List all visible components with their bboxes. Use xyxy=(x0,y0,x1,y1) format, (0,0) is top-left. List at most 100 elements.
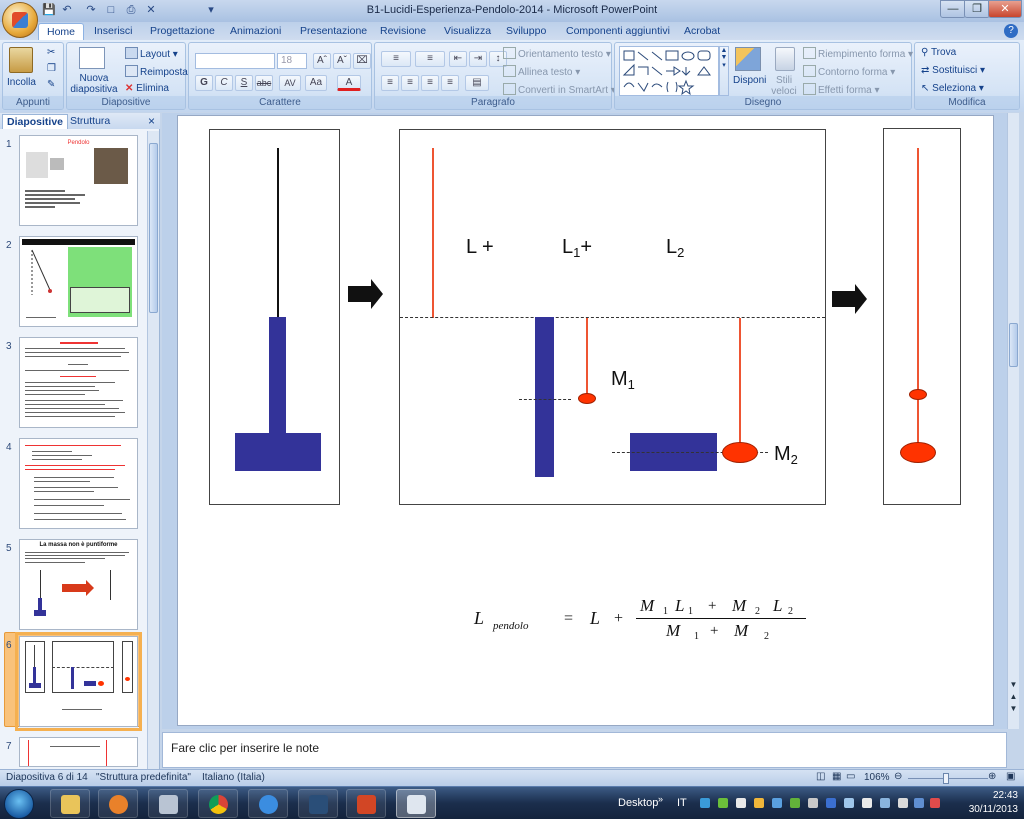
save-icon[interactable]: 💾 xyxy=(42,3,56,17)
taskbar-calculator[interactable] xyxy=(148,789,188,818)
scroll-arrows-icon[interactable]: ▼ ▲ ▼ xyxy=(1008,679,1019,715)
print-icon[interactable]: ⎙ xyxy=(124,3,138,17)
fit-to-window-icon[interactable]: ▣ xyxy=(1006,771,1015,782)
shrink-font-icon[interactable]: Aˇ xyxy=(333,53,351,69)
minimize-button[interactable]: — xyxy=(940,0,966,18)
taskbar-active-window[interactable] xyxy=(396,789,436,818)
tab-diapositive[interactable]: Diapositive xyxy=(2,114,69,129)
shape-effects-button[interactable]: Effetti forma ▾ xyxy=(803,83,880,96)
font-name-combo[interactable] xyxy=(195,53,275,69)
tab-presentazione[interactable]: Presentazione xyxy=(292,22,375,40)
strike-button[interactable]: abc xyxy=(255,75,273,91)
slide-thumbnail-2[interactable] xyxy=(19,236,138,327)
notes-placeholder[interactable]: Fare clic per inserire le note xyxy=(171,741,319,755)
taskbar-app[interactable] xyxy=(298,789,338,818)
align-center-icon[interactable]: ≡ xyxy=(401,75,419,91)
increase-indent-icon[interactable]: ⇥ xyxy=(469,51,487,67)
view-slideshow-icon[interactable]: ▭ xyxy=(846,771,855,782)
decrease-indent-icon[interactable]: ⇤ xyxy=(449,51,467,67)
shape-fill-button[interactable]: Riempimento forma ▾ xyxy=(803,47,913,60)
columns-icon[interactable]: ▤ xyxy=(465,75,489,91)
tray-icon[interactable] xyxy=(718,798,728,808)
cut-icon[interactable]: ✂ xyxy=(47,47,55,58)
taskbar-chrome[interactable] xyxy=(198,789,238,818)
paste-button[interactable]: Incolla xyxy=(7,77,36,88)
view-normal-icon[interactable]: ◫ xyxy=(816,771,825,782)
zoom-in-icon[interactable]: ⊕ xyxy=(988,771,996,782)
quick-styles-button[interactable]: Stili veloci xyxy=(767,75,801,97)
clear-format-icon[interactable]: ⌧ xyxy=(353,53,371,69)
shapes-scroll[interactable]: ▲ ▼ ▾ xyxy=(719,46,729,96)
slide-thumbnail-1[interactable]: Pendolo xyxy=(19,135,138,226)
quick-styles-icon[interactable] xyxy=(775,47,795,71)
text-direction-button[interactable]: Orientamento testo ▾ xyxy=(503,47,611,60)
zoom-level[interactable]: 106% xyxy=(864,772,890,783)
bold-button[interactable]: G xyxy=(195,75,213,91)
tray-icon[interactable] xyxy=(862,798,872,808)
tray-icon[interactable] xyxy=(880,798,890,808)
paste-icon[interactable] xyxy=(9,47,33,73)
taskbar-media-player[interactable] xyxy=(98,789,138,818)
tray-icon[interactable] xyxy=(772,798,782,808)
slide-thumbnail-5[interactable]: La massa non è puntiforme xyxy=(19,539,138,630)
shapes-gallery[interactable] xyxy=(619,46,719,96)
char-spacing-button[interactable]: AV xyxy=(279,75,301,91)
zoom-out-icon[interactable]: ⊖ xyxy=(894,771,902,782)
select-button[interactable]: ↖ Seleziona ▾ xyxy=(921,83,984,94)
tab-acrobat[interactable]: Acrobat xyxy=(676,22,728,40)
network-icon[interactable] xyxy=(914,798,924,808)
italic-button[interactable]: C xyxy=(215,75,233,91)
slide-thumbnail-4[interactable] xyxy=(19,438,138,529)
bullets-icon[interactable]: ≡ xyxy=(381,51,411,67)
status-theme[interactable]: "Struttura predefinita" xyxy=(96,772,191,783)
taskbar-itunes[interactable] xyxy=(248,789,288,818)
layout-button[interactable]: Layout ▾ xyxy=(125,47,178,60)
restore-button[interactable]: ❐ xyxy=(964,0,990,18)
tab-sviluppo[interactable]: Sviluppo xyxy=(498,22,554,40)
align-right-icon[interactable]: ≡ xyxy=(421,75,439,91)
arrange-button[interactable]: Disponi xyxy=(733,75,766,86)
tab-animazioni[interactable]: Animazioni xyxy=(222,22,289,40)
editor-scrollbar[interactable]: ▼ ▲ ▼ xyxy=(1007,113,1019,729)
copy-icon[interactable]: ❐ xyxy=(47,63,56,74)
tab-inserisci[interactable]: Inserisci xyxy=(86,22,141,40)
align-left-icon[interactable]: ≡ xyxy=(381,75,399,91)
numbering-icon[interactable]: ≡ xyxy=(415,51,445,67)
tray-icon[interactable] xyxy=(898,798,908,808)
find-button[interactable]: ⚲ Trova xyxy=(921,47,956,58)
language-indicator[interactable]: IT xyxy=(677,787,687,819)
tray-icon[interactable] xyxy=(790,798,800,808)
taskbar-powerpoint[interactable] xyxy=(346,789,386,818)
desktop-toolbar[interactable]: Desktop xyxy=(618,787,658,819)
arrange-icon[interactable] xyxy=(735,47,761,71)
panel-scroll-thumb[interactable] xyxy=(149,143,158,313)
font-color-icon[interactable]: A xyxy=(337,75,361,91)
underline-button[interactable]: S xyxy=(235,75,253,91)
taskbar-explorer[interactable] xyxy=(50,789,90,818)
toolbar-chevron-icon[interactable]: » xyxy=(658,783,663,816)
tab-struttura[interactable]: Struttura xyxy=(66,114,114,129)
panel-scrollbar[interactable] xyxy=(147,131,159,769)
tab-home[interactable]: Home xyxy=(38,23,85,40)
change-case-button[interactable]: Aa xyxy=(305,75,327,91)
tray-icon[interactable] xyxy=(844,798,854,808)
tab-progettazione[interactable]: Progettazione xyxy=(142,22,223,40)
reset-button[interactable]: Reimposta xyxy=(125,65,188,78)
justify-icon[interactable]: ≡ xyxy=(441,75,459,91)
new-slide-button[interactable]: Nuova diapositiva xyxy=(69,73,119,95)
tab-revisione[interactable]: Revisione xyxy=(372,22,434,40)
delete-slide-button[interactable]: ✕ Elimina xyxy=(125,83,169,94)
notes-pane[interactable]: Fare clic per inserire le note xyxy=(162,732,1007,768)
editor-scroll-thumb[interactable] xyxy=(1009,323,1018,367)
view-sorter-icon[interactable]: ▦ xyxy=(832,771,841,782)
slide-thumbnail-6[interactable] xyxy=(15,632,142,731)
volume-icon[interactable] xyxy=(930,798,940,808)
tray-icon[interactable] xyxy=(754,798,764,808)
help-icon[interactable]: ? xyxy=(1004,24,1018,38)
close-doc-icon[interactable]: ✕ xyxy=(144,3,158,17)
new-slide-icon[interactable] xyxy=(79,47,105,69)
font-size-combo[interactable]: 18 xyxy=(277,53,307,69)
tray-icon[interactable] xyxy=(736,798,746,808)
close-window-button[interactable]: ✕ xyxy=(988,0,1022,18)
tab-visualizza[interactable]: Visualizza xyxy=(436,22,499,40)
